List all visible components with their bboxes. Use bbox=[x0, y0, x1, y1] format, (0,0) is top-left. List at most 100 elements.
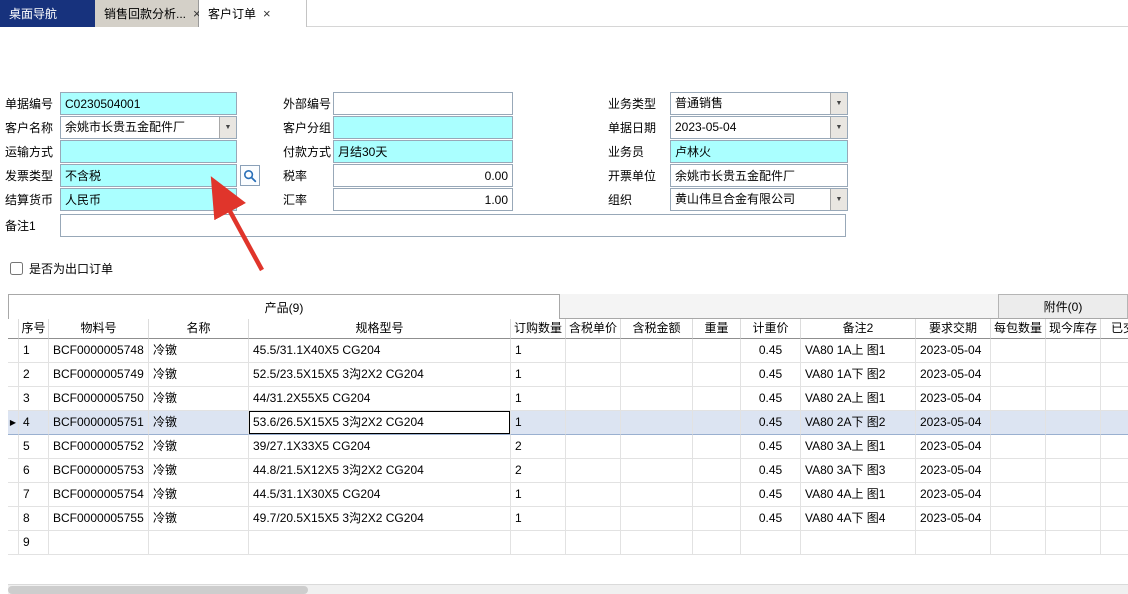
cell-note2[interactable]: VA80 2A下 图2 bbox=[801, 411, 916, 435]
cell-seq[interactable]: 6 bbox=[19, 459, 49, 483]
cell-stock[interactable] bbox=[1046, 483, 1101, 507]
cell-spec[interactable]: 53.6/26.5X15X5 3沟2X2 CG204 bbox=[249, 411, 511, 435]
cell-price[interactable] bbox=[566, 363, 621, 387]
cell-delivery[interactable]: 2023-05-04 bbox=[916, 411, 991, 435]
invoice-unit-input[interactable] bbox=[670, 164, 848, 187]
cell-weight_price[interactable]: 0.45 bbox=[741, 363, 801, 387]
cell-price[interactable] bbox=[566, 387, 621, 411]
cell-delivered[interactable] bbox=[1101, 339, 1128, 363]
cell-weight_price[interactable]: 0.45 bbox=[741, 435, 801, 459]
scrollbar-thumb[interactable] bbox=[8, 586, 308, 594]
customer-name-select[interactable]: 余姚市长贵五金配件厂 ▼ bbox=[60, 116, 237, 139]
cell-name[interactable] bbox=[149, 531, 249, 555]
cell-note2[interactable] bbox=[801, 531, 916, 555]
cell-delivered[interactable] bbox=[1101, 435, 1128, 459]
cell-weight_price[interactable]: 0.45 bbox=[741, 339, 801, 363]
cell-per_pack[interactable] bbox=[991, 435, 1046, 459]
cell-price[interactable] bbox=[566, 531, 621, 555]
cell-stock[interactable] bbox=[1046, 363, 1101, 387]
payment-method-input[interactable] bbox=[333, 140, 513, 163]
exchange-rate-input[interactable] bbox=[333, 188, 513, 211]
cell-delivered[interactable] bbox=[1101, 459, 1128, 483]
cell-note2[interactable]: VA80 4A上 图1 bbox=[801, 483, 916, 507]
cell-per_pack[interactable] bbox=[991, 531, 1046, 555]
cell-qty[interactable]: 1 bbox=[511, 507, 566, 531]
cell-spec[interactable] bbox=[249, 531, 511, 555]
cell-price[interactable] bbox=[566, 435, 621, 459]
cell-note2[interactable]: VA80 4A下 图4 bbox=[801, 507, 916, 531]
table-row[interactable]: 3BCF0000005750冷镦44/31.2X55X5 CG20410.45V… bbox=[8, 387, 1128, 411]
salesman-input[interactable] bbox=[670, 140, 848, 163]
cell-stock[interactable] bbox=[1046, 459, 1101, 483]
note1-input[interactable] bbox=[60, 214, 846, 237]
cell-seq[interactable]: 4 bbox=[19, 411, 49, 435]
cell-name[interactable]: 冷镦 bbox=[149, 411, 249, 435]
cell-per_pack[interactable] bbox=[991, 483, 1046, 507]
cell-amount[interactable] bbox=[621, 435, 693, 459]
cell-spec[interactable]: 52.5/23.5X15X5 3沟2X2 CG204 bbox=[249, 363, 511, 387]
horizontal-scrollbar[interactable] bbox=[8, 584, 1128, 594]
cell-seq[interactable]: 3 bbox=[19, 387, 49, 411]
cell-delivery[interactable]: 2023-05-04 bbox=[916, 483, 991, 507]
cell-name[interactable]: 冷镦 bbox=[149, 483, 249, 507]
cell-weight[interactable] bbox=[693, 363, 741, 387]
cell-per_pack[interactable] bbox=[991, 363, 1046, 387]
cell-amount[interactable] bbox=[621, 363, 693, 387]
cell-weight[interactable] bbox=[693, 387, 741, 411]
tab-sales-collection-analysis[interactable]: 销售回款分析... × bbox=[95, 0, 199, 27]
cell-note2[interactable]: VA80 1A上 图1 bbox=[801, 339, 916, 363]
table-row[interactable]: 8BCF0000005755冷镦49.7/20.5X15X5 3沟2X2 CG2… bbox=[8, 507, 1128, 531]
currency-input[interactable] bbox=[60, 188, 237, 211]
column-header-price[interactable]: 含税单价 bbox=[566, 319, 621, 339]
cell-weight[interactable] bbox=[693, 483, 741, 507]
table-row[interactable]: 1BCF0000005748冷镦45.5/31.1X40X5 CG20410.4… bbox=[8, 339, 1128, 363]
cell-stock[interactable] bbox=[1046, 387, 1101, 411]
cell-price[interactable] bbox=[566, 483, 621, 507]
cell-amount[interactable] bbox=[621, 387, 693, 411]
table-row[interactable]: 6BCF0000005753冷镦44.8/21.5X12X5 3沟2X2 CG2… bbox=[8, 459, 1128, 483]
cell-name[interactable]: 冷镦 bbox=[149, 339, 249, 363]
column-header-delivered[interactable]: 已交 bbox=[1101, 319, 1128, 339]
cell-qty[interactable]: 1 bbox=[511, 387, 566, 411]
cell-note2[interactable]: VA80 2A上 图1 bbox=[801, 387, 916, 411]
cell-price[interactable] bbox=[566, 459, 621, 483]
cell-delivery[interactable] bbox=[916, 531, 991, 555]
cell-weight[interactable] bbox=[693, 459, 741, 483]
cell-per_pack[interactable] bbox=[991, 507, 1046, 531]
cell-seq[interactable]: 1 bbox=[19, 339, 49, 363]
cell-name[interactable]: 冷镦 bbox=[149, 507, 249, 531]
cell-delivery[interactable]: 2023-05-04 bbox=[916, 339, 991, 363]
cell-stock[interactable] bbox=[1046, 507, 1101, 531]
cell-name[interactable]: 冷镦 bbox=[149, 363, 249, 387]
cell-delivered[interactable] bbox=[1101, 483, 1128, 507]
doc-date-select[interactable]: 2023-05-04 ▼ bbox=[670, 116, 848, 139]
cell-spec[interactable]: 45.5/31.1X40X5 CG204 bbox=[249, 339, 511, 363]
cell-amount[interactable] bbox=[621, 531, 693, 555]
cell-qty[interactable]: 2 bbox=[511, 459, 566, 483]
column-header-weight_price[interactable]: 计重价 bbox=[741, 319, 801, 339]
cell-spec[interactable]: 44.5/31.1X30X5 CG204 bbox=[249, 483, 511, 507]
cell-spec[interactable]: 44.8/21.5X12X5 3沟2X2 CG204 bbox=[249, 459, 511, 483]
cell-stock[interactable] bbox=[1046, 339, 1101, 363]
cell-weight_price[interactable]: 0.45 bbox=[741, 483, 801, 507]
column-header-amount[interactable]: 含税金额 bbox=[621, 319, 693, 339]
cell-qty[interactable] bbox=[511, 531, 566, 555]
cell-amount[interactable] bbox=[621, 411, 693, 435]
cell-per_pack[interactable] bbox=[991, 411, 1046, 435]
cell-name[interactable]: 冷镦 bbox=[149, 435, 249, 459]
cell-spec[interactable]: 49.7/20.5X15X5 3沟2X2 CG204 bbox=[249, 507, 511, 531]
table-row[interactable]: 2BCF0000005749冷镦52.5/23.5X15X5 3沟2X2 CG2… bbox=[8, 363, 1128, 387]
column-header-delivery[interactable]: 要求交期 bbox=[916, 319, 991, 339]
cell-qty[interactable]: 1 bbox=[511, 339, 566, 363]
cell-material[interactable] bbox=[49, 531, 149, 555]
tab-customer-order[interactable]: 客户订单 × bbox=[199, 0, 307, 27]
table-row[interactable]: ▶4BCF0000005751冷镦53.6/26.5X15X5 3沟2X2 CG… bbox=[8, 411, 1128, 435]
column-header-note2[interactable]: 备注2 bbox=[801, 319, 916, 339]
cell-note2[interactable]: VA80 3A下 图3 bbox=[801, 459, 916, 483]
column-header-per_pack[interactable]: 每包数量 bbox=[991, 319, 1046, 339]
column-header-qty[interactable]: 订购数量 bbox=[511, 319, 566, 339]
cell-per_pack[interactable] bbox=[991, 387, 1046, 411]
external-no-input[interactable] bbox=[333, 92, 513, 115]
cell-weight[interactable] bbox=[693, 531, 741, 555]
cell-name[interactable]: 冷镦 bbox=[149, 387, 249, 411]
